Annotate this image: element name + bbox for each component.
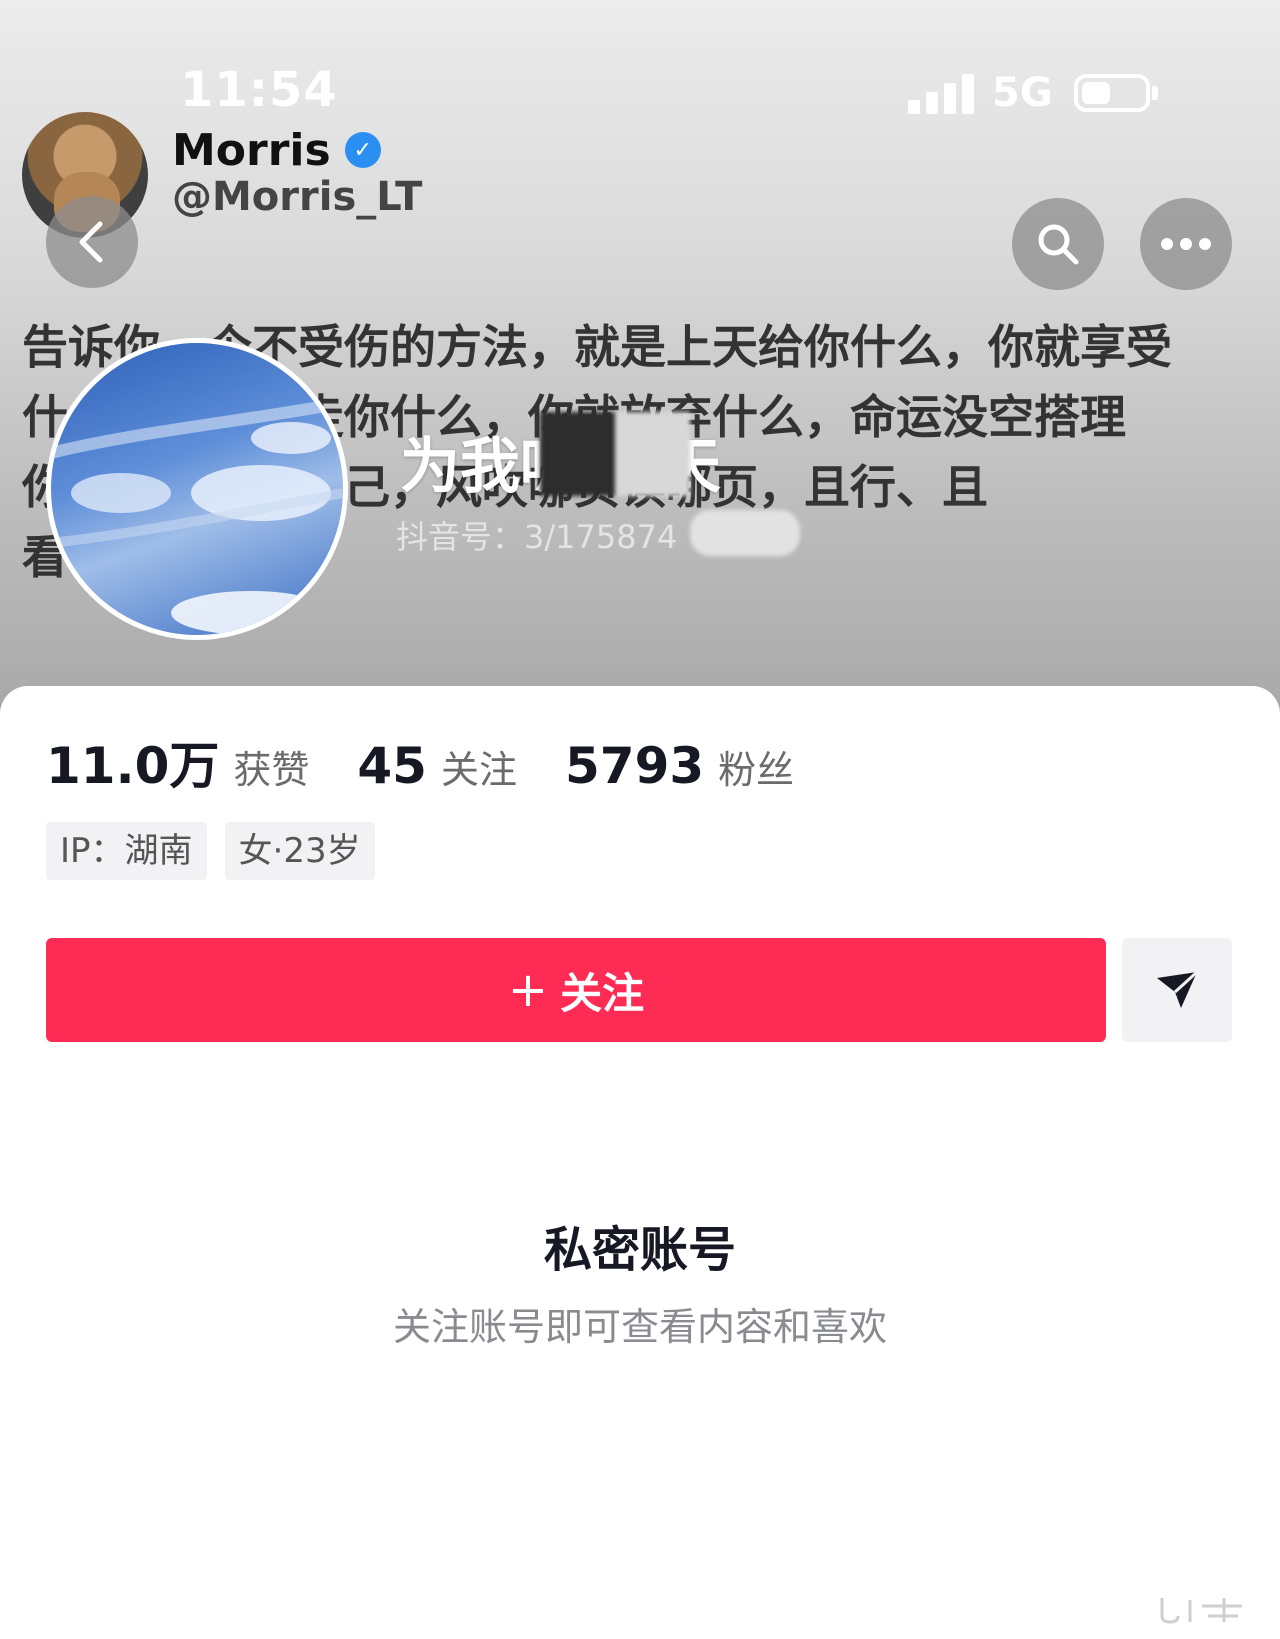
send-icon [1157, 970, 1199, 1008]
more-icon [1161, 238, 1211, 250]
back-button[interactable] [46, 196, 138, 288]
network-type: 5G [992, 70, 1053, 116]
tag-gender-age: 女·23岁 [224, 822, 375, 880]
stat-following-value: 45 [357, 737, 427, 795]
search-icon [1038, 224, 1079, 265]
douyin-id[interactable]: 抖音号：3/175874 [396, 512, 677, 558]
stat-likes-label: 获赞 [233, 748, 310, 792]
profile-stats: 11.0万 获赞 45 关注 5793 粉丝 [46, 726, 842, 798]
battery-tip [1152, 86, 1158, 100]
stat-following[interactable]: 45 关注 [357, 737, 517, 795]
stat-followers[interactable]: 5793 粉丝 [565, 737, 794, 795]
tweet-handle: @Morris_LT [172, 174, 423, 220]
profile-header-background: 11:54 5G Morris ✓ @Morris_LT 告诉你一个不受伤的方法… [0, 0, 1280, 720]
profile-card: 11.0万 获赞 45 关注 5793 粉丝 IP：湖南 女·23岁 + 关注 … [0, 686, 1280, 1639]
watermark-icon [1152, 1594, 1252, 1624]
private-account-title: 私密账号 [543, 1222, 736, 1278]
follow-button[interactable]: + 关注 [46, 938, 1106, 1042]
private-account-subtitle: 关注账号即可查看内容和喜欢 [392, 1305, 887, 1349]
status-bar: 11:54 5G [0, 0, 1280, 140]
tweet-name-row: Morris ✓ [172, 120, 381, 180]
stat-followers-label: 粉丝 [718, 748, 795, 792]
stat-likes[interactable]: 11.0万 获赞 [46, 726, 309, 798]
plus-icon: + [507, 962, 549, 1018]
profile-avatar[interactable] [46, 338, 348, 640]
more-button[interactable] [1140, 198, 1232, 290]
follow-button-label: 关注 [560, 968, 645, 1018]
sky-clouds-image [51, 397, 343, 635]
name-redaction [540, 412, 690, 496]
profile-tags: IP：湖南 女·23岁 [46, 822, 393, 880]
verified-icon: ✓ [344, 132, 381, 168]
stat-followers-value: 5793 [565, 737, 705, 795]
search-button[interactable] [1012, 198, 1104, 290]
tag-ip-location: IP：湖南 [46, 822, 207, 880]
stat-following-label: 关注 [440, 748, 517, 792]
signal-icon [908, 72, 974, 114]
message-button[interactable] [1122, 938, 1232, 1042]
tweet-display-name: Morris [172, 124, 331, 176]
chevron-left-icon [79, 221, 103, 263]
id-redaction [690, 510, 800, 556]
status-time: 11:54 [180, 62, 338, 118]
stat-likes-value: 11.0万 [46, 737, 220, 795]
battery-icon [1074, 74, 1150, 112]
